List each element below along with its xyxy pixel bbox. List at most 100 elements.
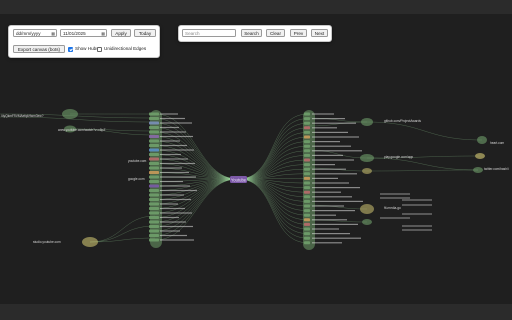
graph-node [304,213,310,217]
left-hub-label-1: /4yQkmF9VMAefqkHwm3ew? [1,114,44,118]
graph-node [149,126,159,129]
show-hubs-checkbox[interactable] [68,46,73,52]
graph-node [304,172,310,176]
node-label-text [312,145,351,147]
graph-node [304,227,310,231]
node-label-text [160,212,192,214]
node-label-text [160,117,185,120]
graph-node [304,163,310,167]
graph-node [304,121,310,125]
node-label-text [312,205,344,207]
node-label-text [312,122,356,124]
export-canvas-button[interactable]: Export canvas (bots) [13,45,65,53]
node-label-text [160,189,197,192]
graph-node [304,167,310,171]
node-label-text [402,213,432,215]
prev-button[interactable]: Prev [290,29,307,37]
clear-button[interactable]: Clear [266,29,285,37]
node-label-text [160,113,178,115]
node-label-text [160,171,189,174]
right-hub-label-1: github.com/ProjectAwards [384,119,421,123]
node-label-text [160,194,184,196]
today-button[interactable]: Today [134,29,156,37]
node-label-text [160,234,187,237]
graph-node [149,220,159,224]
node-label-text [312,223,358,225]
next-button[interactable]: Next [311,29,328,37]
node-label-text [160,221,186,223]
node-label-text [312,237,361,239]
center-node[interactable]: Youtube [230,176,247,183]
graph-node [149,238,159,242]
node-label-text [160,225,193,228]
graph-node [149,234,159,237]
node-label-text [312,177,338,179]
node-label-text [312,182,349,184]
search-button[interactable]: Search [241,29,262,37]
node-label-text [160,198,191,201]
graph-node [149,130,159,134]
hub-node [82,237,98,247]
right-hub-label-2: heart.com [490,141,505,145]
graph-node [149,216,159,219]
start-date-value: dd/mm/yyyy [16,31,41,36]
hub-node [477,136,487,144]
graph-node [304,153,310,157]
node-label-text [160,131,186,133]
node-label-text [312,150,362,152]
graph-node [149,153,159,156]
graph-node [304,199,310,203]
left-hub-label-4: google.com [128,177,145,181]
graph-node [149,121,159,125]
graph-node [149,162,159,165]
node-label-text [380,197,410,199]
hub-node [362,168,372,174]
node-label-text [160,203,178,205]
graph-node [149,171,159,174]
node-label-text [160,167,182,169]
center-node-label: Youtube [231,177,247,182]
apply-button[interactable]: Apply [111,29,131,37]
calendar-icon[interactable]: ▦ [51,31,55,36]
graph-node [304,112,310,116]
node-label-text [312,127,337,129]
calendar-icon[interactable]: ▦ [101,31,105,36]
node-label-text [312,154,343,156]
node-label-text [160,149,194,151]
node-label-text [160,207,185,210]
graph-node [149,184,159,188]
end-date-input[interactable]: 11/01/2025 ▦ [60,29,107,37]
node-label-text [160,216,179,219]
graph-node [149,148,159,152]
node-label-text [312,159,354,161]
graph-node [304,222,310,226]
node-label-text [312,113,334,115]
node-label-text [160,162,195,165]
node-label-text [312,233,350,235]
node-label-text [312,242,342,244]
graph-node [149,189,159,192]
node-label-text [160,239,194,241]
node-label-text [380,193,410,195]
graph-node [149,193,159,197]
start-date-input[interactable]: dd/mm/yyyy ▦ [13,29,57,37]
node-label-text [402,229,432,231]
hub-node [360,154,374,162]
node-label-text [160,153,181,156]
node-label-text [160,180,183,183]
unidirectional-edges-checkbox[interactable] [97,46,102,52]
node-label-text [160,135,193,138]
left-hub-label-5: studio.youtube.com [33,240,61,244]
node-label-text [312,210,355,212]
graph-node [149,112,159,116]
graph-node [304,232,310,236]
graph-node [304,130,310,134]
node-label-text [312,141,340,143]
graph-node [304,117,310,121]
graph-node [304,158,310,162]
node-label-text [312,214,336,216]
graph-node [149,207,159,210]
graph-node [149,211,159,215]
node-label-text [312,200,363,202]
search-input[interactable]: Search [182,29,236,37]
